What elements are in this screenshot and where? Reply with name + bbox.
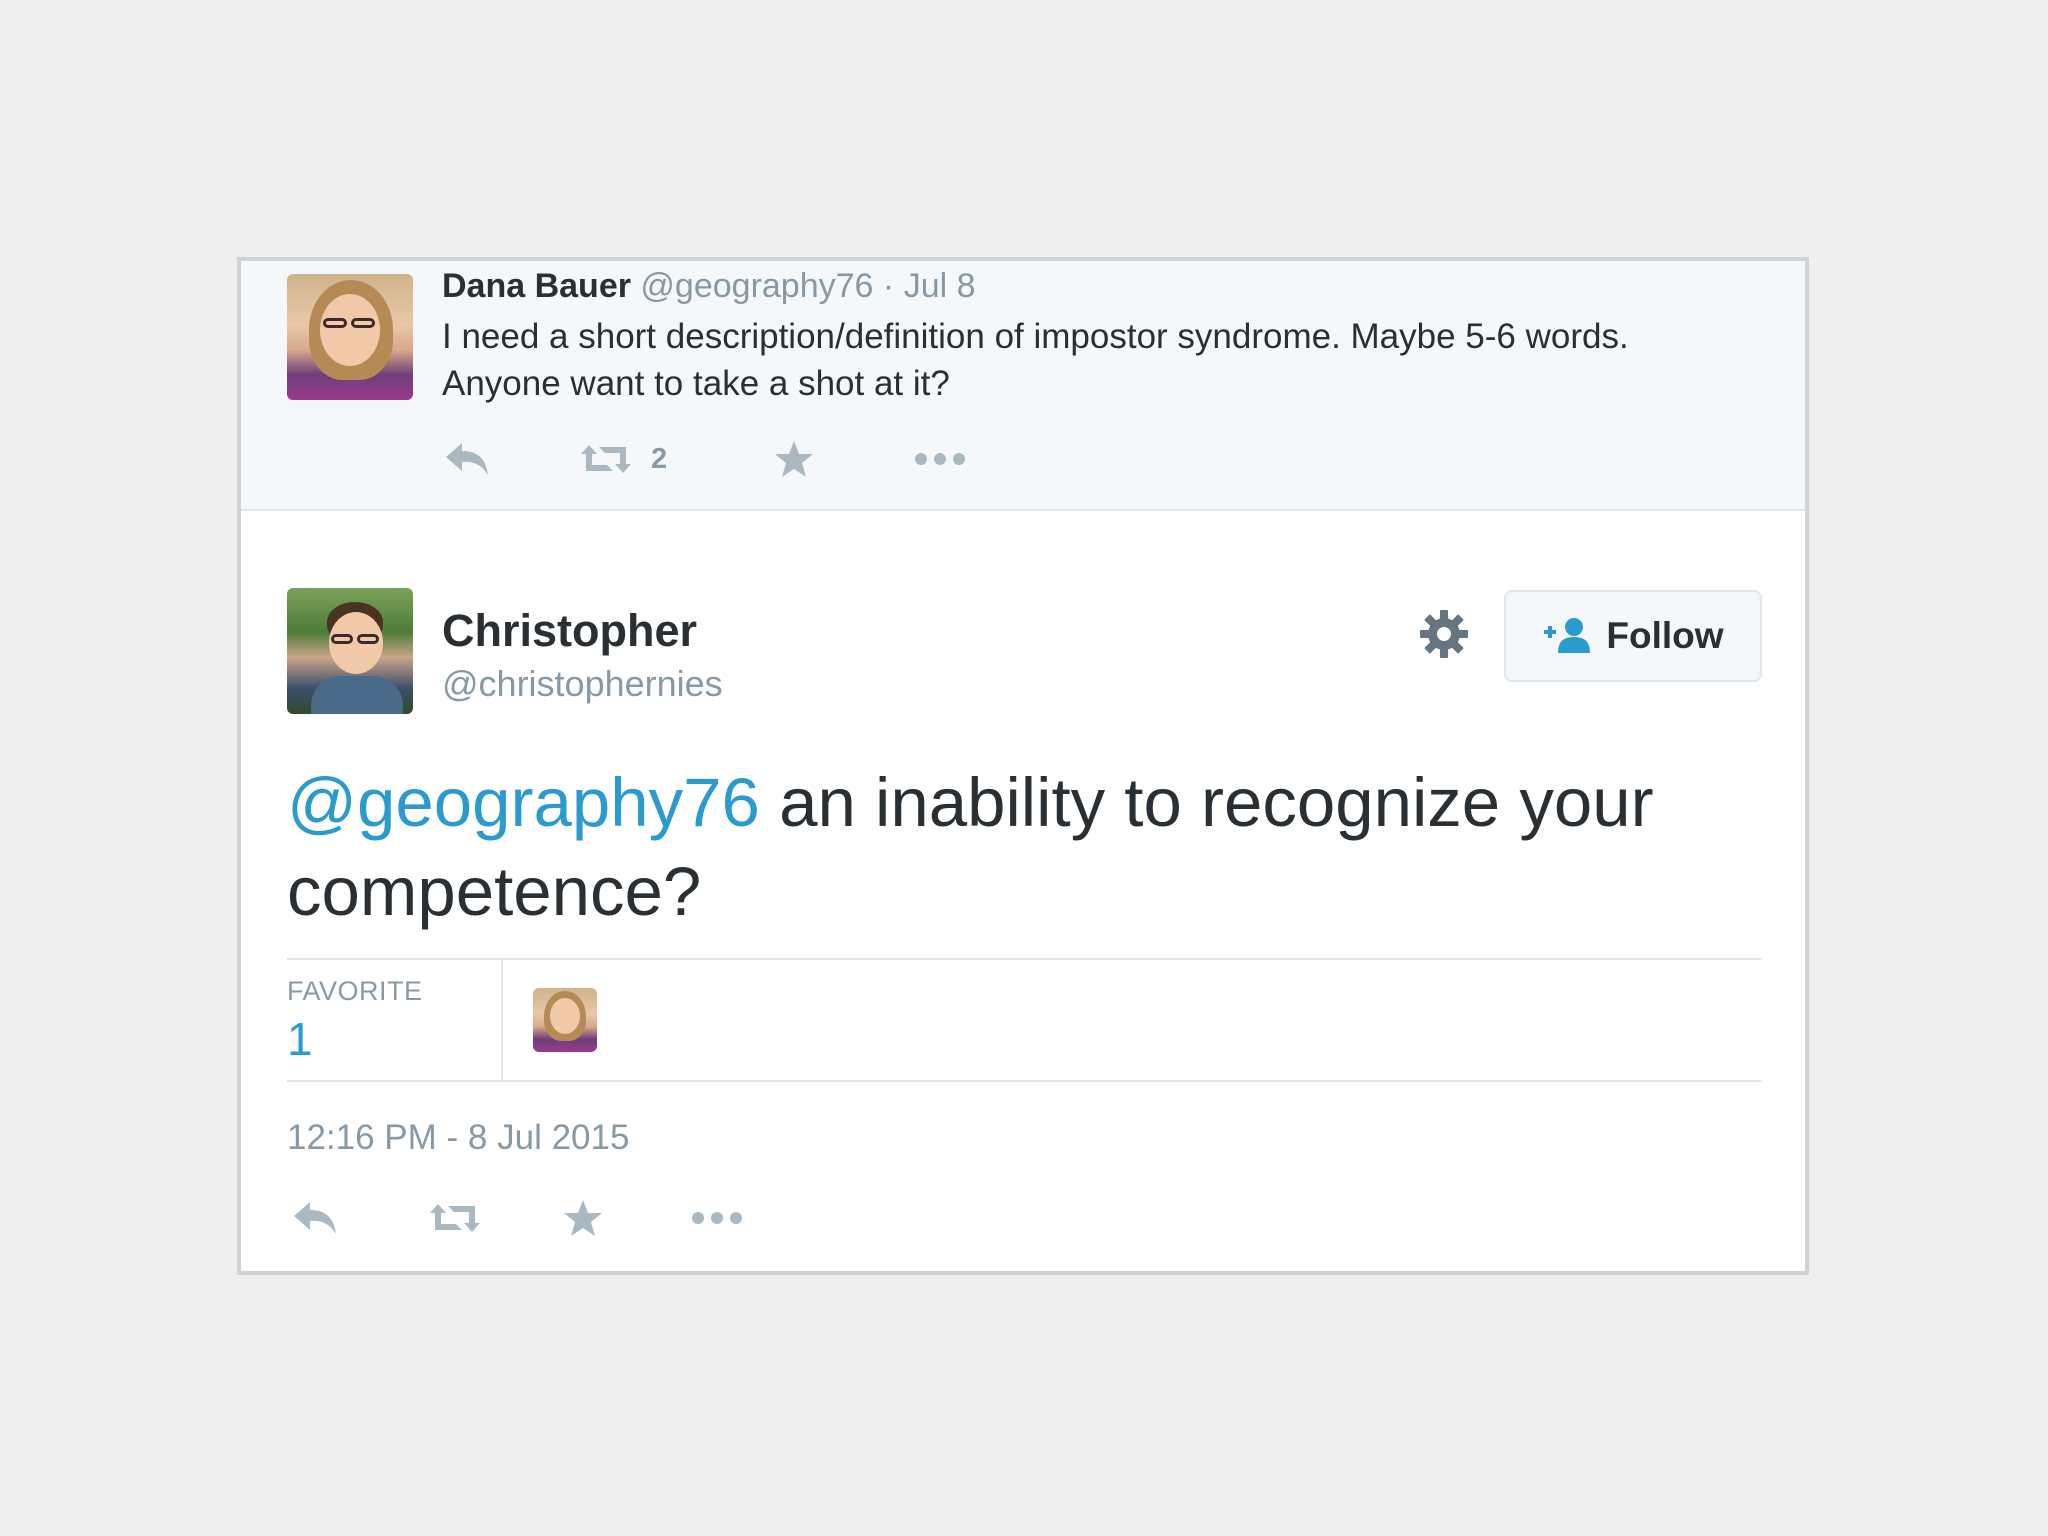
reply-tweet-actions: 2 [444,440,966,478]
reply-tweet-header: Dana Bauer @geography76 · Jul 8 [442,267,976,306]
mention-link[interactable]: @geography76 [287,764,760,841]
gear-icon [1420,610,1468,658]
more-icon [915,453,965,465]
favorite-button[interactable] [563,1199,691,1237]
tweet-stats: FAVORITE 1 [287,958,1762,1082]
follow-button[interactable]: Follow [1504,590,1762,682]
follow-person-icon [1544,618,1591,653]
more-icon [692,1212,742,1224]
retweet-button[interactable] [428,1200,563,1236]
christopher-avatar[interactable] [287,588,413,714]
tweet-timestamp[interactable]: 12:16 PM - 8 Jul 2015 [287,1118,629,1158]
reply-author-name[interactable]: Dana Bauer [442,267,631,305]
in-reply-to-tweet[interactable]: Dana Bauer @geography76 · Jul 8 I need a… [241,261,1805,511]
more-button[interactable] [914,451,966,467]
author-name[interactable]: Christopher [442,605,697,657]
retweet-icon [430,1204,480,1232]
favoriter-avatar[interactable] [533,988,597,1052]
reply-separator: · [882,267,895,305]
reply-tweet-text: I need a short description/definition of… [442,317,1629,403]
reply-button[interactable] [292,1200,428,1236]
favorite-stat-count[interactable]: 1 [287,1012,313,1066]
retweet-count: 2 [651,442,668,475]
reply-icon [446,443,488,475]
favorite-stat-label: FAVORITE [287,976,423,1006]
follow-label: Follow [1606,615,1724,656]
tweet-text: @geography76 an inability to recognize y… [287,758,1767,936]
main-tweet-actions [292,1199,743,1237]
reply-icon [294,1202,336,1234]
favorite-icon [564,1200,602,1236]
tweet-card: Dana Bauer @geography76 · Jul 8 I need a… [237,257,1809,1275]
author-handle[interactable]: @christophernies [442,663,723,705]
dana-avatar[interactable] [287,274,413,400]
favorite-button[interactable] [774,440,914,478]
reply-button[interactable] [444,441,579,477]
retweet-icon [581,445,631,473]
stats-divider [501,960,503,1080]
retweet-button[interactable]: 2 [579,441,774,477]
reply-date[interactable]: Jul 8 [904,267,976,305]
user-actions-button[interactable] [1419,609,1469,664]
reply-author-handle[interactable]: @geography76 [640,267,873,305]
more-button[interactable] [691,1210,743,1226]
favorite-icon [775,441,813,477]
